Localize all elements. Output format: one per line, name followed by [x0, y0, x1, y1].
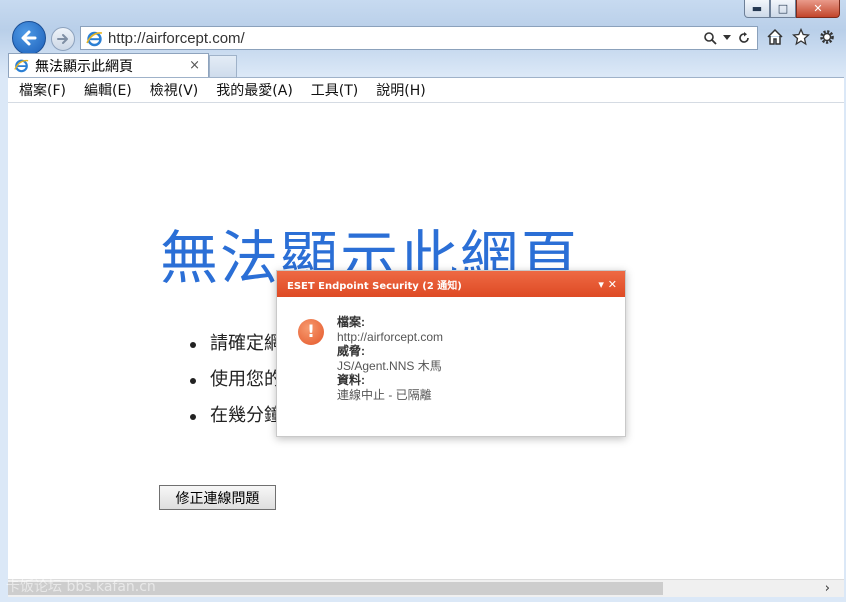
close-window-button[interactable]: ✕	[796, 0, 840, 18]
tab-ie-icon	[14, 58, 29, 73]
home-icon[interactable]	[766, 28, 784, 46]
scroll-right-icon[interactable]: ›	[825, 580, 830, 597]
browser-window: ▬ □ ✕ http://airforcept.com/ 無法顯示此網頁 × 檔…	[0, 0, 846, 602]
tab-label: 無法顯示此網頁	[35, 58, 133, 75]
new-tab-button[interactable]	[209, 55, 237, 77]
threat-value: JS/Agent.NNS 木馬	[337, 358, 442, 373]
tab-active[interactable]: 無法顯示此網頁 ×	[8, 53, 209, 77]
eset-body: 檔案: http://airforcept.com 威脅: JS/Agent.N…	[337, 315, 443, 402]
menu-tools[interactable]: 工具(T)	[302, 80, 367, 100]
search-icon[interactable]	[703, 31, 717, 45]
tab-close-icon[interactable]: ×	[189, 58, 200, 73]
eset-close-icon[interactable]: ▾ ✕	[598, 278, 617, 291]
address-url[interactable]: http://airforcept.com/	[108, 30, 703, 47]
window-controls: ▬ □ ✕	[744, 0, 840, 18]
menu-view[interactable]: 檢視(V)	[141, 80, 208, 100]
warning-icon: !	[298, 319, 324, 345]
fix-connection-button[interactable]: 修正連線問題	[159, 485, 276, 510]
forward-button[interactable]	[51, 27, 75, 51]
file-value: http://airforcept.com	[337, 329, 444, 344]
dropdown-arrow-icon[interactable]	[723, 35, 731, 41]
menu-favorites[interactable]: 我的最愛(A)	[207, 80, 302, 100]
menu-bar: 檔案(F) 編輯(E) 檢視(V) 我的最愛(A) 工具(T) 說明(H)	[8, 77, 844, 103]
ie-logo-icon	[85, 29, 103, 47]
back-arrow-icon	[21, 30, 37, 46]
minimize-button[interactable]: ▬	[744, 0, 770, 18]
toolbar-right-icons	[766, 28, 836, 46]
info-value: 連線中止 - 已隔離	[337, 387, 432, 402]
eset-header-title: ESET Endpoint Security (2 通知)	[287, 280, 462, 292]
menu-help[interactable]: 說明(H)	[367, 80, 434, 100]
menu-file[interactable]: 檔案(F)	[10, 80, 75, 100]
address-bar[interactable]: http://airforcept.com/	[80, 26, 758, 50]
refresh-icon[interactable]	[737, 31, 751, 45]
watermark: 卡饭论坛 bbs.kafan.cn	[6, 579, 156, 595]
eset-header: ESET Endpoint Security (2 通知) ▾ ✕	[277, 271, 625, 297]
address-tools	[703, 31, 751, 45]
back-button[interactable]	[12, 21, 46, 55]
info-label: 資料:	[337, 373, 365, 387]
menu-edit[interactable]: 編輯(E)	[75, 80, 141, 100]
favorites-star-icon[interactable]	[792, 28, 810, 46]
eset-notification: ESET Endpoint Security (2 通知) ▾ ✕ ! 檔案: …	[276, 270, 626, 437]
threat-label: 威脅:	[337, 344, 365, 358]
maximize-button[interactable]: □	[770, 0, 796, 18]
gear-icon[interactable]	[818, 28, 836, 46]
file-label: 檔案:	[337, 315, 365, 329]
forward-arrow-icon	[57, 34, 68, 44]
